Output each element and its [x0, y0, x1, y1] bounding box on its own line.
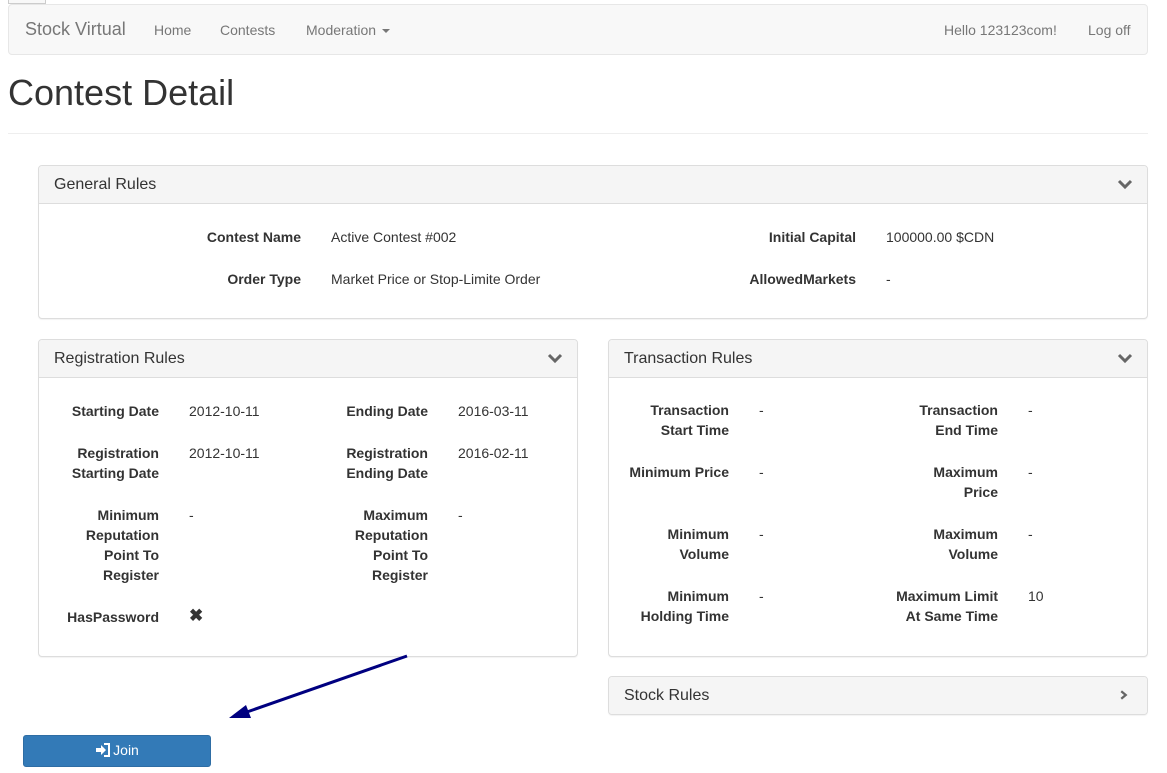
max-reputation-label: Maximum Reputation Point To Register [354, 507, 428, 583]
general-rules-panel: General Rules Contest Name Active Contes… [38, 165, 1148, 319]
join-button-content: Join [95, 742, 139, 758]
nav-moderation-dropdown[interactable]: Moderation [306, 22, 391, 38]
maximum-limit-label: Maximum Limit At Same Time [896, 588, 998, 624]
chevron-down-icon[interactable] [1117, 352, 1133, 364]
registration-rules-panel: Registration Rules Starting Date 2012-10… [38, 339, 578, 657]
join-button-label: Join [113, 742, 139, 758]
max-reputation-value: - [458, 507, 463, 523]
chevron-down-icon [382, 29, 391, 34]
stock-rules-heading[interactable]: Stock Rules [609, 677, 1147, 714]
initial-capital-label: Initial Capital [768, 229, 856, 245]
ending-date-value: 2016-03-11 [458, 403, 529, 419]
general-rules-heading[interactable]: General Rules [39, 166, 1147, 204]
panel-title: Registration Rules [54, 350, 185, 367]
panel-title: Stock Rules [624, 687, 710, 704]
user-greeting[interactable]: Hello 123123com! [944, 22, 1057, 38]
sign-in-icon [96, 743, 111, 757]
chevron-down-icon[interactable] [1117, 178, 1133, 190]
maximum-volume-label: Maximum Volume [933, 526, 998, 562]
initial-capital-value: 100000.00 $CDN [886, 229, 995, 245]
brand-link[interactable]: Stock Virtual [25, 19, 126, 40]
x-mark-icon: ✖ [189, 606, 204, 625]
panel-title: Transaction Rules [624, 350, 753, 367]
nav-contests[interactable]: Contests [220, 22, 275, 38]
minimum-holding-time-value: - [759, 588, 764, 604]
stock-rules-panel: Stock Rules [608, 676, 1148, 715]
minimum-holding-time-label: Minimum Holding Time [640, 588, 729, 624]
transaction-rules-panel: Transaction Rules Transaction Start Time … [608, 339, 1148, 657]
transaction-rules-heading[interactable]: Transaction Rules [609, 340, 1147, 378]
registration-rules-heading[interactable]: Registration Rules [39, 340, 577, 378]
starting-date-label: Starting Date [71, 403, 159, 419]
nav-home[interactable]: Home [154, 22, 191, 38]
contest-name-value: Active Contest #002 [331, 229, 457, 245]
chevron-right-icon[interactable] [1119, 688, 1131, 702]
ending-date-label: Ending Date [346, 403, 428, 419]
nav-moderation-label: Moderation [306, 22, 377, 38]
starting-date-value: 2012-10-11 [189, 403, 260, 419]
top-navbar: Stock Virtual Home Contests Moderation H… [8, 4, 1148, 55]
maximum-price-label: Maximum Price [933, 464, 998, 500]
allowed-markets-value: - [886, 271, 891, 287]
minimum-volume-label: Minimum Volume [667, 526, 729, 562]
chevron-down-icon[interactable] [547, 352, 563, 364]
transaction-end-time-value: - [1028, 402, 1033, 418]
join-button[interactable]: Join [23, 735, 211, 767]
minimum-price-label: Minimum Price [629, 464, 729, 480]
maximum-limit-value: 10 [1028, 588, 1044, 604]
min-reputation-label: Minimum Reputation Point To Register [85, 507, 159, 583]
min-reputation-value: - [189, 507, 194, 523]
maximum-volume-value: - [1028, 526, 1033, 542]
registration-starting-date-label: Registration Starting Date [71, 445, 159, 481]
has-password-label: HasPassword [67, 609, 159, 625]
logoff-link[interactable]: Log off [1088, 22, 1131, 38]
page-title: Contest Detail [8, 72, 235, 113]
order-type-label: Order Type [227, 271, 301, 287]
registration-ending-date-value: 2016-02-11 [458, 445, 529, 461]
panel-title: General Rules [54, 176, 157, 193]
allowed-markets-label: AllowedMarkets [749, 271, 856, 287]
minimum-volume-value: - [759, 526, 764, 542]
contest-name-label: Contest Name [206, 229, 301, 245]
minimum-price-value: - [759, 464, 764, 480]
registration-ending-date-label: Registration Ending Date [346, 445, 428, 481]
order-type-value: Market Price or Stop-Limite Order [331, 271, 541, 287]
title-divider [8, 133, 1148, 134]
transaction-end-time-label: Transaction End Time [919, 402, 998, 438]
registration-starting-date-value: 2012-10-11 [189, 445, 260, 461]
transaction-start-time-label: Transaction Start Time [650, 402, 729, 438]
maximum-price-value: - [1028, 464, 1033, 480]
transaction-start-time-value: - [759, 402, 764, 418]
